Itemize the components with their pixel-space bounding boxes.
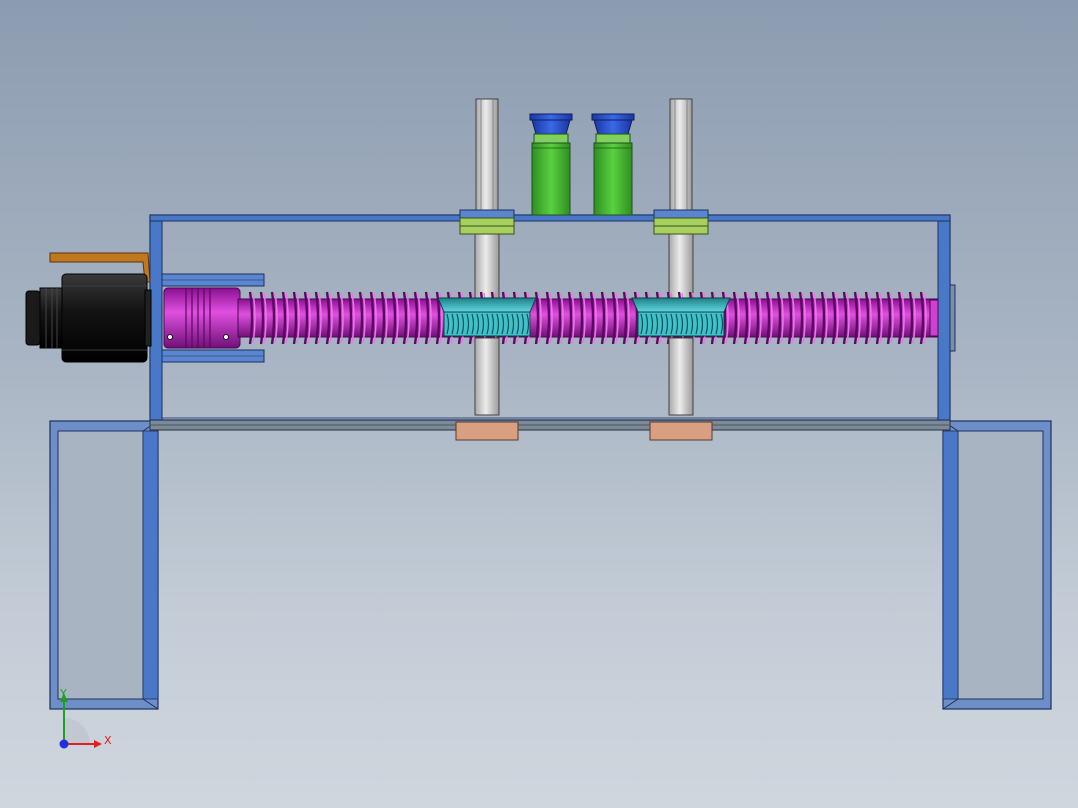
lead-screw [237, 291, 939, 345]
rod-foot-left [455, 421, 519, 441]
right-leg [942, 420, 1052, 710]
left-leg [49, 420, 159, 710]
x-axis-label: X [104, 734, 112, 747]
base-plate [149, 419, 951, 431]
screw-nut-right [631, 297, 731, 337]
end-bearing [949, 284, 956, 352]
rod-segment-right [668, 337, 694, 416]
cylinder-right [591, 113, 635, 216]
y-axis-label: Y [59, 687, 67, 700]
z-axis-dot [59, 739, 69, 749]
bushing-right [653, 209, 709, 235]
cad-model: X Y [25, 98, 1052, 749]
rod-foot-right [649, 421, 713, 441]
bushing-left [459, 209, 515, 235]
cylinder-left [529, 113, 573, 216]
screw-nut-left [437, 297, 537, 337]
shaft-coupling [163, 287, 241, 349]
cad-viewport[interactable]: X Y [0, 0, 1078, 808]
motor [25, 273, 152, 363]
rod-segment-left [474, 337, 500, 416]
